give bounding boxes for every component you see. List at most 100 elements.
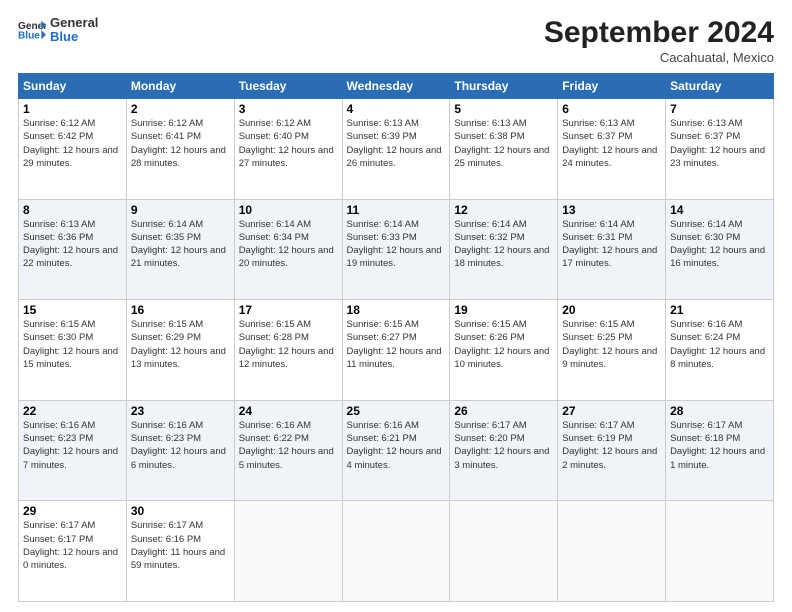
calendar-cell xyxy=(666,501,774,602)
daylight-label: Daylight: 12 hours and 17 minutes. xyxy=(562,245,657,269)
calendar-cell: 12 Sunrise: 6:14 AM Sunset: 6:32 PM Dayl… xyxy=(450,199,558,300)
calendar-week-1: 1 Sunrise: 6:12 AM Sunset: 6:42 PM Dayli… xyxy=(19,99,774,200)
sunrise-label: Sunrise: 6:16 AM xyxy=(23,420,95,431)
sunrise-label: Sunrise: 6:13 AM xyxy=(23,219,95,230)
sunset-label: Sunset: 6:19 PM xyxy=(562,433,632,444)
day-info: Sunrise: 6:17 AM Sunset: 6:19 PM Dayligh… xyxy=(562,419,661,472)
sunset-label: Sunset: 6:34 PM xyxy=(239,232,309,243)
sunset-label: Sunset: 6:18 PM xyxy=(670,433,740,444)
day-info: Sunrise: 6:16 AM Sunset: 6:23 PM Dayligh… xyxy=(131,419,230,472)
sunrise-label: Sunrise: 6:16 AM xyxy=(347,420,419,431)
calendar-cell: 23 Sunrise: 6:16 AM Sunset: 6:23 PM Dayl… xyxy=(126,400,234,501)
calendar-cell: 1 Sunrise: 6:12 AM Sunset: 6:42 PM Dayli… xyxy=(19,99,127,200)
calendar-cell: 8 Sunrise: 6:13 AM Sunset: 6:36 PM Dayli… xyxy=(19,199,127,300)
day-info: Sunrise: 6:17 AM Sunset: 6:18 PM Dayligh… xyxy=(670,419,769,472)
day-number: 7 xyxy=(670,102,769,116)
calendar-cell: 7 Sunrise: 6:13 AM Sunset: 6:37 PM Dayli… xyxy=(666,99,774,200)
calendar-header-row: SundayMondayTuesdayWednesdayThursdayFrid… xyxy=(19,74,774,99)
daylight-label: Daylight: 12 hours and 1 minute. xyxy=(670,446,765,470)
day-number: 27 xyxy=(562,404,661,418)
calendar-week-3: 15 Sunrise: 6:15 AM Sunset: 6:30 PM Dayl… xyxy=(19,300,774,401)
day-info: Sunrise: 6:13 AM Sunset: 6:39 PM Dayligh… xyxy=(347,117,446,170)
calendar-cell: 25 Sunrise: 6:16 AM Sunset: 6:21 PM Dayl… xyxy=(342,400,450,501)
day-number: 10 xyxy=(239,203,338,217)
sunrise-label: Sunrise: 6:14 AM xyxy=(562,219,634,230)
calendar-cell xyxy=(342,501,450,602)
sunrise-label: Sunrise: 6:17 AM xyxy=(562,420,634,431)
sunrise-label: Sunrise: 6:17 AM xyxy=(131,520,203,531)
day-number: 2 xyxy=(131,102,230,116)
calendar-cell: 21 Sunrise: 6:16 AM Sunset: 6:24 PM Dayl… xyxy=(666,300,774,401)
calendar-cell: 11 Sunrise: 6:14 AM Sunset: 6:33 PM Dayl… xyxy=(342,199,450,300)
daylight-label: Daylight: 12 hours and 28 minutes. xyxy=(131,145,226,169)
calendar-cell: 30 Sunrise: 6:17 AM Sunset: 6:16 PM Dayl… xyxy=(126,501,234,602)
sunrise-label: Sunrise: 6:13 AM xyxy=(454,118,526,129)
daylight-label: Daylight: 12 hours and 4 minutes. xyxy=(347,446,442,470)
sunrise-label: Sunrise: 6:16 AM xyxy=(239,420,311,431)
calendar-header-thursday: Thursday xyxy=(450,74,558,99)
daylight-label: Daylight: 12 hours and 9 minutes. xyxy=(562,346,657,370)
sunset-label: Sunset: 6:36 PM xyxy=(23,232,93,243)
daylight-label: Daylight: 12 hours and 27 minutes. xyxy=(239,145,334,169)
day-number: 29 xyxy=(23,504,122,518)
logo-icon: General Blue xyxy=(18,19,46,41)
daylight-label: Daylight: 12 hours and 21 minutes. xyxy=(131,245,226,269)
day-info: Sunrise: 6:17 AM Sunset: 6:17 PM Dayligh… xyxy=(23,519,122,572)
day-info: Sunrise: 6:12 AM Sunset: 6:40 PM Dayligh… xyxy=(239,117,338,170)
daylight-label: Daylight: 12 hours and 25 minutes. xyxy=(454,145,549,169)
day-info: Sunrise: 6:12 AM Sunset: 6:42 PM Dayligh… xyxy=(23,117,122,170)
calendar-cell: 26 Sunrise: 6:17 AM Sunset: 6:20 PM Dayl… xyxy=(450,400,558,501)
calendar-week-4: 22 Sunrise: 6:16 AM Sunset: 6:23 PM Dayl… xyxy=(19,400,774,501)
calendar: SundayMondayTuesdayWednesdayThursdayFrid… xyxy=(18,73,774,602)
calendar-cell xyxy=(450,501,558,602)
day-info: Sunrise: 6:15 AM Sunset: 6:30 PM Dayligh… xyxy=(23,318,122,371)
day-number: 14 xyxy=(670,203,769,217)
day-info: Sunrise: 6:17 AM Sunset: 6:16 PM Dayligh… xyxy=(131,519,230,572)
day-number: 16 xyxy=(131,303,230,317)
day-number: 13 xyxy=(562,203,661,217)
sunset-label: Sunset: 6:37 PM xyxy=(670,131,740,142)
calendar-cell xyxy=(234,501,342,602)
sunrise-label: Sunrise: 6:14 AM xyxy=(239,219,311,230)
sunrise-label: Sunrise: 6:12 AM xyxy=(131,118,203,129)
day-number: 15 xyxy=(23,303,122,317)
day-info: Sunrise: 6:16 AM Sunset: 6:21 PM Dayligh… xyxy=(347,419,446,472)
sunrise-label: Sunrise: 6:13 AM xyxy=(562,118,634,129)
day-number: 26 xyxy=(454,404,553,418)
calendar-cell: 5 Sunrise: 6:13 AM Sunset: 6:38 PM Dayli… xyxy=(450,99,558,200)
header: General Blue General Blue September 2024… xyxy=(18,16,774,65)
daylight-label: Daylight: 12 hours and 20 minutes. xyxy=(239,245,334,269)
day-info: Sunrise: 6:17 AM Sunset: 6:20 PM Dayligh… xyxy=(454,419,553,472)
daylight-label: Daylight: 12 hours and 22 minutes. xyxy=(23,245,118,269)
day-number: 23 xyxy=(131,404,230,418)
day-number: 21 xyxy=(670,303,769,317)
day-number: 22 xyxy=(23,404,122,418)
sunrise-label: Sunrise: 6:14 AM xyxy=(454,219,526,230)
day-number: 20 xyxy=(562,303,661,317)
calendar-cell: 22 Sunrise: 6:16 AM Sunset: 6:23 PM Dayl… xyxy=(19,400,127,501)
daylight-label: Daylight: 12 hours and 6 minutes. xyxy=(131,446,226,470)
calendar-cell: 6 Sunrise: 6:13 AM Sunset: 6:37 PM Dayli… xyxy=(558,99,666,200)
calendar-header-sunday: Sunday xyxy=(19,74,127,99)
day-info: Sunrise: 6:13 AM Sunset: 6:38 PM Dayligh… xyxy=(454,117,553,170)
calendar-cell: 27 Sunrise: 6:17 AM Sunset: 6:19 PM Dayl… xyxy=(558,400,666,501)
calendar-cell: 17 Sunrise: 6:15 AM Sunset: 6:28 PM Dayl… xyxy=(234,300,342,401)
calendar-cell: 19 Sunrise: 6:15 AM Sunset: 6:26 PM Dayl… xyxy=(450,300,558,401)
sunset-label: Sunset: 6:25 PM xyxy=(562,332,632,343)
sunrise-label: Sunrise: 6:17 AM xyxy=(670,420,742,431)
calendar-week-5: 29 Sunrise: 6:17 AM Sunset: 6:17 PM Dayl… xyxy=(19,501,774,602)
sunset-label: Sunset: 6:22 PM xyxy=(239,433,309,444)
calendar-cell: 24 Sunrise: 6:16 AM Sunset: 6:22 PM Dayl… xyxy=(234,400,342,501)
daylight-label: Daylight: 12 hours and 16 minutes. xyxy=(670,245,765,269)
daylight-label: Daylight: 12 hours and 13 minutes. xyxy=(131,346,226,370)
sunset-label: Sunset: 6:40 PM xyxy=(239,131,309,142)
month-title: September 2024 xyxy=(544,16,774,50)
sunset-label: Sunset: 6:33 PM xyxy=(347,232,417,243)
day-info: Sunrise: 6:14 AM Sunset: 6:32 PM Dayligh… xyxy=(454,218,553,271)
daylight-label: Daylight: 12 hours and 23 minutes. xyxy=(670,145,765,169)
calendar-cell: 4 Sunrise: 6:13 AM Sunset: 6:39 PM Dayli… xyxy=(342,99,450,200)
day-number: 3 xyxy=(239,102,338,116)
sunrise-label: Sunrise: 6:15 AM xyxy=(23,319,95,330)
sunrise-label: Sunrise: 6:15 AM xyxy=(131,319,203,330)
calendar-cell: 18 Sunrise: 6:15 AM Sunset: 6:27 PM Dayl… xyxy=(342,300,450,401)
